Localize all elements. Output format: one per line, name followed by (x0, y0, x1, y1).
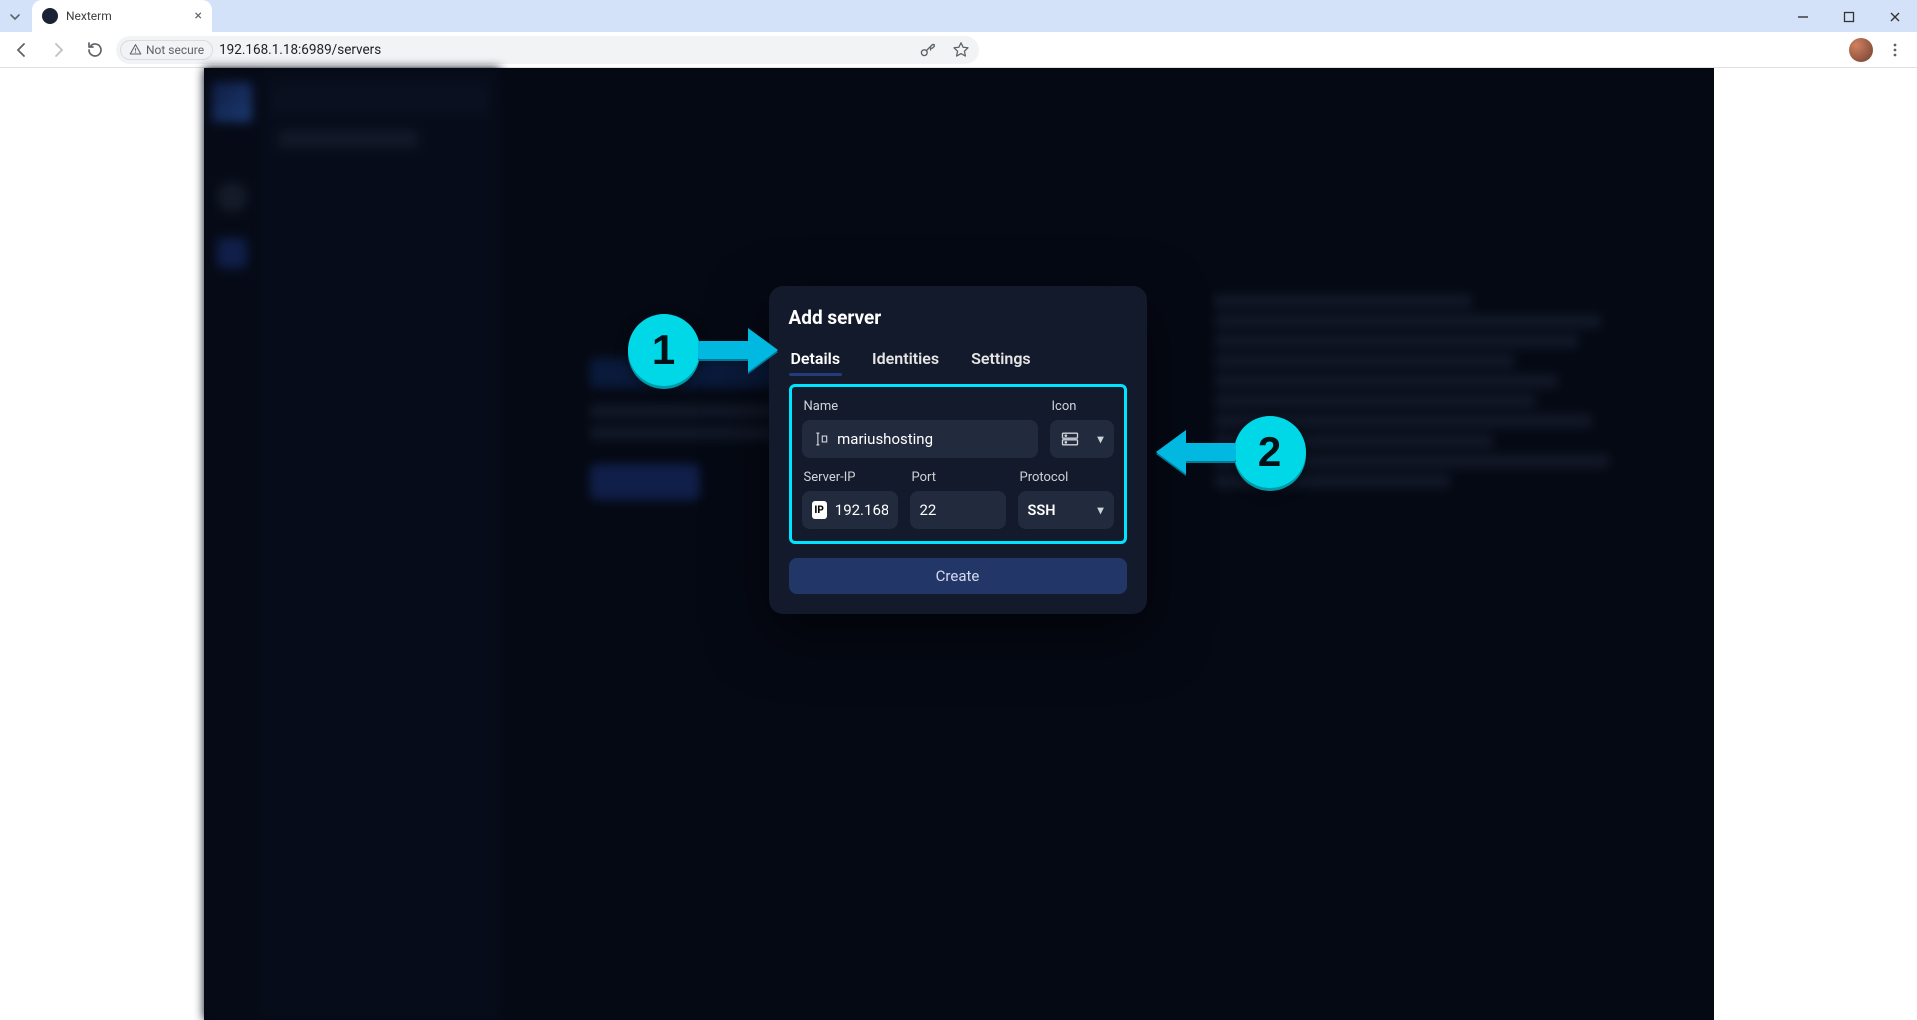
profile-avatar-icon[interactable] (1849, 38, 1873, 62)
create-button[interactable]: Create (789, 558, 1127, 594)
server-icon (1060, 429, 1080, 449)
window-close-icon[interactable] (1873, 2, 1917, 32)
chevron-down-icon: ▾ (1097, 503, 1103, 517)
add-server-modal: Add server Details Identities Settings N… (769, 286, 1147, 614)
reload-button-icon[interactable] (80, 36, 108, 64)
warning-triangle-icon (129, 43, 142, 56)
port-input-wrapper[interactable] (910, 491, 1006, 529)
forward-button-icon[interactable] (44, 36, 72, 64)
label-protocol: Protocol (1020, 470, 1112, 485)
password-key-icon[interactable] (913, 36, 941, 64)
server-ip-input-wrapper[interactable]: IP (802, 491, 898, 529)
browser-toolbar: Not secure 192.168.1.18:6989/servers (0, 32, 1917, 68)
name-input[interactable] (837, 430, 1027, 448)
tab-title: Nexterm (66, 9, 187, 23)
app-viewport: Add server Details Identities Settings N… (204, 68, 1714, 1020)
address-bar[interactable]: Not secure 192.168.1.18:6989/servers (116, 36, 979, 64)
bookmark-star-icon[interactable] (947, 36, 975, 64)
protocol-value: SSH (1028, 502, 1056, 519)
name-input-wrapper[interactable] (802, 420, 1038, 458)
modal-title: Add server (789, 306, 1127, 329)
chevron-down-icon: ▾ (1097, 432, 1103, 446)
address-text: 192.168.1.18:6989/servers (219, 42, 381, 58)
text-cursor-icon (812, 429, 830, 449)
browser-content: Add server Details Identities Settings N… (0, 68, 1917, 1020)
modal-tabs: Details Identities Settings (789, 345, 1127, 376)
ip-badge-icon: IP (812, 501, 827, 519)
tab-close-icon[interactable]: × (195, 8, 202, 24)
label-name: Name (804, 399, 1036, 414)
window-controls (1781, 2, 1917, 32)
browser-tab[interactable]: Nexterm × (32, 0, 212, 32)
tab-details[interactable]: Details (789, 345, 843, 376)
security-chip[interactable]: Not secure (120, 40, 213, 60)
tab-settings[interactable]: Settings (969, 345, 1033, 376)
window-maximize-icon[interactable] (1827, 2, 1871, 32)
label-port: Port (912, 470, 1004, 485)
annotation-badge-1: 1 (628, 314, 700, 386)
annotation-arrow-2-icon (1154, 430, 1236, 474)
server-ip-input[interactable] (835, 501, 888, 519)
form-highlight-box: Name Icon ▾ (789, 384, 1127, 544)
tab-favicon-icon (42, 8, 58, 24)
window-minimize-icon[interactable] (1781, 2, 1825, 32)
label-icon: Icon (1052, 399, 1112, 414)
tab-identities[interactable]: Identities (870, 345, 941, 376)
browser-titlebar: Nexterm × (0, 0, 1917, 32)
menu-dots-icon[interactable] (1881, 36, 1909, 64)
annotation-badge-2: 2 (1234, 416, 1306, 488)
protocol-select[interactable]: SSH ▾ (1018, 491, 1114, 529)
icon-select[interactable]: ▾ (1050, 420, 1114, 458)
back-button-icon[interactable] (8, 36, 36, 64)
annotation-arrow-1-icon (698, 328, 780, 372)
port-input[interactable] (920, 501, 996, 519)
label-server-ip: Server-IP (804, 470, 896, 485)
security-label: Not secure (146, 43, 204, 57)
tabs-dropdown-icon[interactable] (0, 2, 30, 32)
